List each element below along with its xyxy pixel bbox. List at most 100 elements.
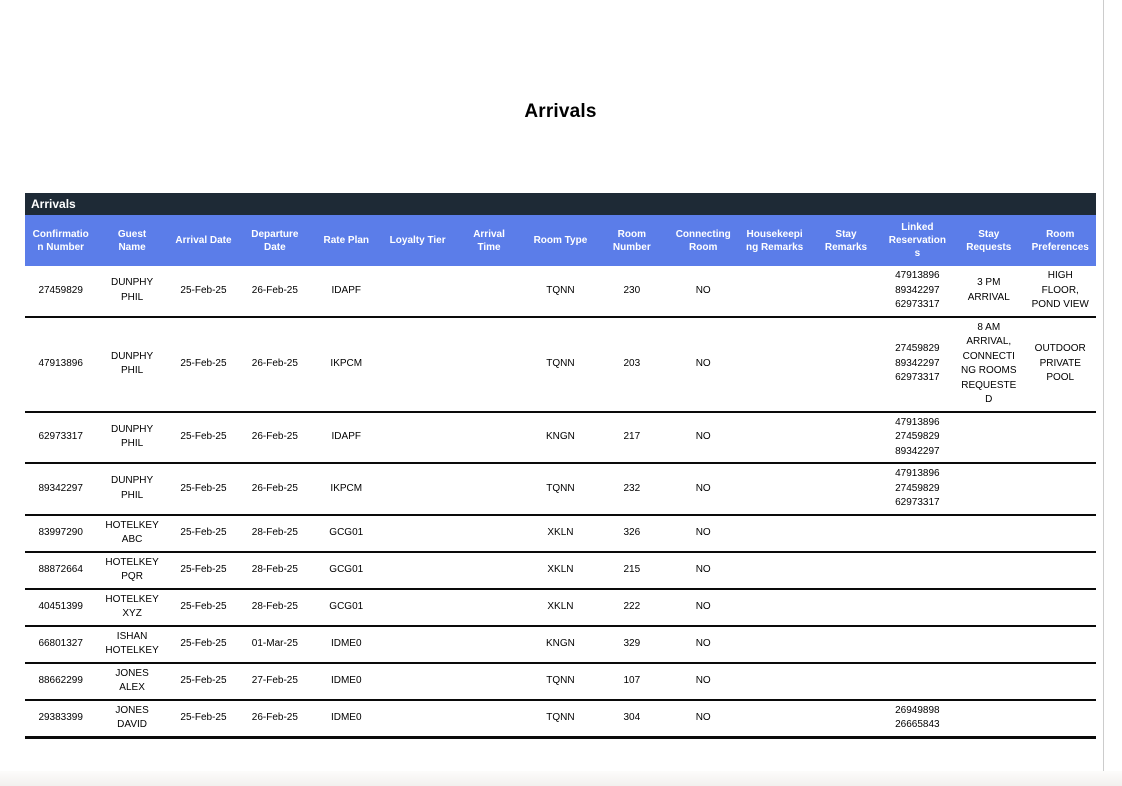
cell-rate-plan: IKPCM <box>311 317 382 412</box>
cell-stay-requests <box>953 626 1024 663</box>
cell-room-type: XKLN <box>525 552 596 589</box>
cell-stay-remarks <box>810 266 881 317</box>
cell-guest-name: JONES ALEX <box>96 663 167 700</box>
cell-connecting-room: NO <box>668 412 739 464</box>
column-header-room-preferences: Room Preferences <box>1024 215 1096 266</box>
column-header-housekeeping-remarks: Housekeeping Remarks <box>739 215 810 266</box>
cell-loyalty-tier <box>382 663 453 700</box>
cell-loyalty-tier <box>382 626 453 663</box>
cell-room-preferences <box>1024 515 1096 552</box>
cell-housekeeping-remarks <box>739 463 810 515</box>
column-header-arrival-date: Arrival Date <box>168 215 239 266</box>
bottom-strip <box>0 771 1122 786</box>
column-header-room-type: Room Type <box>525 215 596 266</box>
cell-arrival-date: 25-Feb-25 <box>168 589 239 626</box>
cell-confirmation-number: 83997290 <box>25 515 96 552</box>
cell-room-preferences <box>1024 700 1096 738</box>
cell-room-number: 329 <box>596 626 667 663</box>
cell-arrival-time <box>453 552 524 589</box>
cell-room-preferences: HIGH FLOOR, POND VIEW <box>1024 266 1096 317</box>
cell-stay-requests: 3 PM ARRIVAL <box>953 266 1024 317</box>
column-header-connecting-room: Connecting Room <box>668 215 739 266</box>
cell-housekeeping-remarks <box>739 626 810 663</box>
column-header-row: Confirmation NumberGuest NameArrival Dat… <box>25 215 1096 266</box>
cell-housekeeping-remarks <box>739 266 810 317</box>
cell-linked-reservations <box>882 589 953 626</box>
cell-housekeeping-remarks <box>739 412 810 464</box>
cell-room-type: TQNN <box>525 663 596 700</box>
cell-stay-remarks <box>810 700 881 738</box>
cell-departure-date: 01-Mar-25 <box>239 626 310 663</box>
cell-room-number: 232 <box>596 463 667 515</box>
table-row: 62973317DUNPHY PHIL25-Feb-2526-Feb-25IDA… <box>25 412 1096 464</box>
cell-departure-date: 28-Feb-25 <box>239 589 310 626</box>
cell-guest-name: DUNPHY PHIL <box>96 412 167 464</box>
column-header-confirmation-number: Confirmation Number <box>25 215 96 266</box>
table-row: 29383399JONES DAVID25-Feb-2526-Feb-25IDM… <box>25 700 1096 738</box>
cell-connecting-room: NO <box>668 317 739 412</box>
table-row: 88872664HOTELKEY PQR25-Feb-2528-Feb-25GC… <box>25 552 1096 589</box>
cell-room-preferences: OUTDOOR PRIVATE POOL <box>1024 317 1096 412</box>
cell-departure-date: 26-Feb-25 <box>239 412 310 464</box>
cell-room-type: KNGN <box>525 626 596 663</box>
cell-stay-remarks <box>810 463 881 515</box>
cell-loyalty-tier <box>382 463 453 515</box>
cell-room-number: 304 <box>596 700 667 738</box>
cell-confirmation-number: 40451399 <box>25 589 96 626</box>
cell-confirmation-number: 88872664 <box>25 552 96 589</box>
column-header-linked-reservations: Linked Reservations <box>882 215 953 266</box>
cell-room-type: TQNN <box>525 317 596 412</box>
cell-guest-name: DUNPHY PHIL <box>96 317 167 412</box>
column-header-room-number: Room Number <box>596 215 667 266</box>
cell-arrival-date: 25-Feb-25 <box>168 626 239 663</box>
table-row: 89342297DUNPHY PHIL25-Feb-2526-Feb-25IKP… <box>25 463 1096 515</box>
cell-loyalty-tier <box>382 515 453 552</box>
cell-rate-plan: IDAPF <box>311 412 382 464</box>
cell-housekeeping-remarks <box>739 515 810 552</box>
table-row: 27459829DUNPHY PHIL25-Feb-2526-Feb-25IDA… <box>25 266 1096 317</box>
cell-arrival-date: 25-Feb-25 <box>168 663 239 700</box>
cell-confirmation-number: 29383399 <box>25 700 96 738</box>
cell-room-preferences <box>1024 412 1096 464</box>
cell-loyalty-tier <box>382 552 453 589</box>
cell-connecting-room: NO <box>668 463 739 515</box>
section-header-bar: Arrivals <box>25 193 1096 215</box>
cell-arrival-date: 25-Feb-25 <box>168 412 239 464</box>
cell-loyalty-tier <box>382 317 453 412</box>
cell-room-number: 326 <box>596 515 667 552</box>
cell-stay-remarks <box>810 552 881 589</box>
cell-stay-requests <box>953 552 1024 589</box>
cell-stay-requests <box>953 663 1024 700</box>
cell-linked-reservations: 47913896 89342297 62973317 <box>882 266 953 317</box>
column-header-rate-plan: Rate Plan <box>311 215 382 266</box>
cell-connecting-room: NO <box>668 700 739 738</box>
cell-confirmation-number: 88662299 <box>25 663 96 700</box>
cell-housekeeping-remarks <box>739 552 810 589</box>
cell-departure-date: 28-Feb-25 <box>239 515 310 552</box>
cell-loyalty-tier <box>382 266 453 317</box>
cell-stay-requests <box>953 700 1024 738</box>
cell-linked-reservations: 26949898 26665843 <box>882 700 953 738</box>
cell-confirmation-number: 27459829 <box>25 266 96 317</box>
cell-guest-name: JONES DAVID <box>96 700 167 738</box>
cell-guest-name: HOTELKEY XYZ <box>96 589 167 626</box>
cell-linked-reservations <box>882 663 953 700</box>
cell-arrival-date: 25-Feb-25 <box>168 515 239 552</box>
cell-room-type: XKLN <box>525 515 596 552</box>
cell-guest-name: HOTELKEY ABC <box>96 515 167 552</box>
cell-arrival-time <box>453 700 524 738</box>
cell-rate-plan: GCG01 <box>311 589 382 626</box>
cell-stay-requests <box>953 463 1024 515</box>
cell-guest-name: DUNPHY PHIL <box>96 266 167 317</box>
cell-arrival-date: 25-Feb-25 <box>168 552 239 589</box>
cell-linked-reservations <box>882 515 953 552</box>
cell-stay-remarks <box>810 412 881 464</box>
cell-rate-plan: IDME0 <box>311 626 382 663</box>
cell-connecting-room: NO <box>668 552 739 589</box>
page-title: Arrivals <box>25 101 1096 123</box>
cell-room-type: XKLN <box>525 589 596 626</box>
column-header-departure-date: Departure Date <box>239 215 310 266</box>
cell-room-number: 107 <box>596 663 667 700</box>
cell-connecting-room: NO <box>668 663 739 700</box>
arrivals-table: Confirmation NumberGuest NameArrival Dat… <box>25 215 1096 739</box>
